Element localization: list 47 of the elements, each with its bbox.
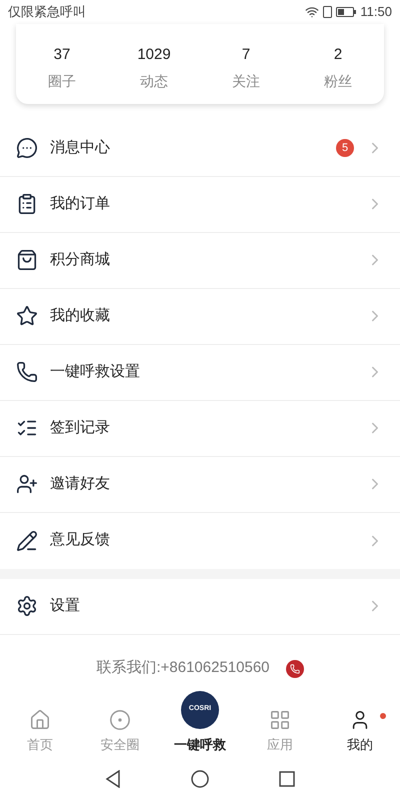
menu-item[interactable]: 邀请好友 xyxy=(0,456,400,512)
sim-icon xyxy=(323,6,332,18)
menu-label: 积分商城 xyxy=(50,250,111,270)
recents-icon[interactable] xyxy=(279,771,295,787)
carrier-text: 仅限紧急呼叫 xyxy=(8,3,87,22)
star-icon xyxy=(16,305,38,327)
menu-item[interactable]: 设置 xyxy=(0,578,400,634)
menu-label: 消息中心 xyxy=(50,138,111,158)
menu-item[interactable]: 签到记录 xyxy=(0,400,400,456)
menu-label: 我的收藏 xyxy=(50,306,111,326)
stat-label: 圈子 xyxy=(48,72,76,90)
stat-value: 37 xyxy=(54,45,70,65)
back-icon[interactable] xyxy=(105,770,121,788)
stat-label: 动态 xyxy=(140,72,168,90)
menu-item[interactable]: 我的收藏 xyxy=(0,288,400,344)
battery-icon xyxy=(336,7,356,17)
target-icon xyxy=(109,708,131,730)
contact-text: 联系我们:+861062510560 xyxy=(96,658,270,678)
menu-label: 签到记录 xyxy=(50,418,111,438)
menu-label: 设置 xyxy=(50,596,81,616)
count-badge: 5 xyxy=(336,139,354,157)
home-icon xyxy=(29,708,51,730)
grid-icon xyxy=(269,708,291,730)
menu-label: 意见反馈 xyxy=(50,530,111,550)
add-user-icon xyxy=(16,473,38,495)
menu-label: 邀请好友 xyxy=(50,474,111,494)
menu-item[interactable]: 我的订单 xyxy=(0,176,400,232)
stat-value: 1029 xyxy=(137,45,171,65)
call-icon[interactable] xyxy=(286,660,304,678)
stat-label: 粉丝 xyxy=(324,72,352,90)
tab-item[interactable]: 我的 xyxy=(320,708,400,758)
home-circle-icon[interactable] xyxy=(191,770,209,788)
pencil-icon xyxy=(16,530,38,552)
chat-bubble-icon xyxy=(16,137,38,159)
shopping-bag-icon xyxy=(16,249,38,271)
wifi-icon xyxy=(305,5,320,19)
phone-icon xyxy=(16,361,38,383)
menu-item[interactable]: 积分商城 xyxy=(0,232,400,288)
menu-label: 一键呼救设置 xyxy=(50,362,141,382)
stat-value: 7 xyxy=(242,45,250,65)
clock-text: 11:50 xyxy=(360,3,392,22)
stat-label: 关注 xyxy=(232,72,260,90)
menu-item[interactable]: 一键呼救设置 xyxy=(0,344,400,400)
settings-icon xyxy=(16,595,38,617)
clipboard-icon xyxy=(16,193,38,215)
menu-label: 我的订单 xyxy=(50,194,111,214)
stat-value: 2 xyxy=(334,45,342,65)
